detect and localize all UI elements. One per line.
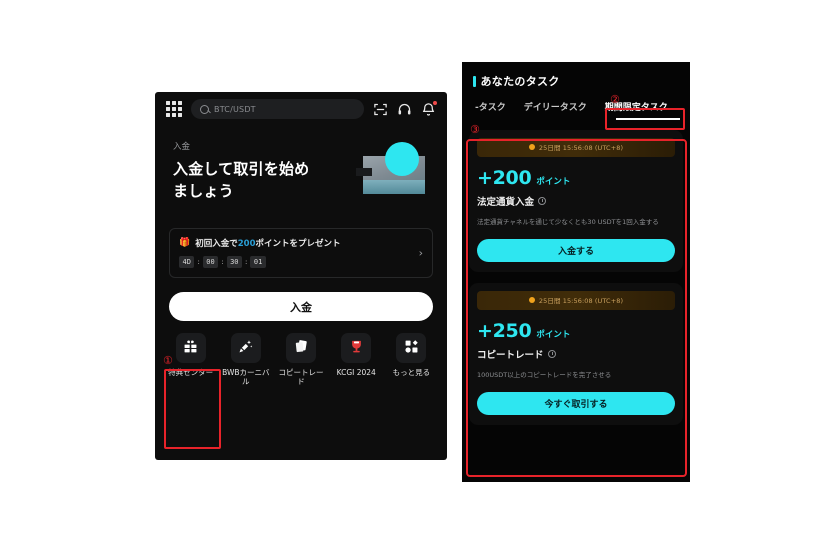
task-countdown-banner: 25日間 15:56:08 (UTC+8) [477,290,675,310]
task-countdown-banner: 25日間 15:56:08 (UTC+8) [477,137,675,157]
deposit-hero-banner: 入金 入金して取引を始め ましょう [155,126,447,218]
annotation-marker-1: ① [163,354,173,367]
promo-text: 初回入金で200ポイントをプレゼント [195,237,340,249]
task-card[interactable]: 25日間 15:56:08 (UTC+8) +200 ポイント 法定通貨入金 法… [469,129,683,272]
right-phone-screen: あなたのタスク -タスク デイリータスク 期間限定タスク 25日間 15:56:… [462,62,690,482]
app-shortcut-label: BWBカーニバル [222,368,270,387]
info-circle-icon[interactable] [547,349,556,358]
app-shortcut-label: KCGI 2024 [336,368,376,377]
app-shortcut-copy-trade[interactable]: コピートレード [273,333,328,387]
confetti-carnival-icon [238,339,253,358]
chevron-right-icon[interactable]: › [419,247,423,260]
app-shortcut-kcgi-2024[interactable]: KCGI 2024 [329,333,384,387]
countdown-sep: : [197,258,200,266]
task-reward-points: +250 [477,319,532,342]
task-reward-points: +200 [477,166,532,189]
active-tab-underline [616,118,680,120]
task-tabs: -タスク デイリータスク 期間限定タスク [462,100,690,118]
deposit-card-coin-illustration [356,140,431,202]
tab-daily-tasks[interactable]: デイリータスク [515,100,596,118]
promo-text-before: 初回入金で [195,239,238,249]
tasks-header: あなたのタスク [462,62,690,89]
app-shortcut-bwb-carnival[interactable]: BWBカーニバル [218,333,273,387]
screenshot-canvas: BTC/USDT 入金 入金して取引を始め ましょう 🎁 初回入金で200ポイン… [0,0,840,560]
task-description: 100USDT以上のコピートレードを完了させる [477,370,612,379]
search-input-value: BTC/USDT [214,104,256,114]
deposit-button[interactable]: 入金 [169,292,433,321]
hero-title-line2: ましょう [173,181,234,200]
task-reward: +250 ポイント [477,320,675,342]
search-input[interactable]: BTC/USDT [191,99,364,119]
promo-countdown-timer: 4D : 00 : 30 : 01 [179,256,423,268]
app-shortcut-label: もっと見る [392,368,431,377]
task-countdown-text: 25日間 15:56:08 (UTC+8) [538,144,624,152]
app-shortcut-label: 特典センター [168,368,214,377]
copy-trade-cards-icon [294,339,309,358]
page-title: 入金して取引を始め ましょう [173,159,348,203]
task-action-button-trade[interactable]: 今すぐ取引する [477,391,675,415]
headset-support-icon[interactable] [397,102,412,117]
first-deposit-promo-banner[interactable]: 🎁 初回入金で200ポイントをプレゼント 4D : 00 : 30 : 01 › [169,228,433,278]
tab-new-tasks[interactable]: -タスク [466,100,515,118]
countdown-days: 4D [179,256,195,268]
task-title: コピートレード [477,349,544,361]
grid-menu-icon[interactable] [166,101,182,117]
task-description: 法定通貨チャネルを通じて少なくとも30 USDTを1回入金する [477,217,659,226]
app-top-bar: BTC/USDT [155,92,447,126]
task-countdown-text: 25日間 15:56:08 (UTC+8) [538,297,624,306]
app-shortcut-label: コピートレード [278,368,324,387]
search-icon [200,104,209,114]
task-card-list: 25日間 15:56:08 (UTC+8) +200 ポイント 法定通貨入金 法… [469,129,683,425]
task-reward: +200 ポイント [477,167,675,189]
tasks-title: あなたのタスク [480,75,560,88]
gift-center-icon [183,339,198,358]
promo-text-after: ポイントをプレゼント [255,239,341,249]
task-reward-unit: ポイント [536,176,571,187]
promo-points-highlight: 200 [237,239,256,249]
countdown-seconds: 01 [250,256,266,268]
gift-box-icon: 🎁 [179,237,191,248]
notification-bell-icon[interactable] [421,100,437,117]
task-card[interactable]: 25日間 15:56:08 (UTC+8) +250 ポイント コピートレード … [469,282,683,425]
trophy-kcgi-icon [349,339,364,358]
coin-icon [528,297,535,304]
info-circle-icon[interactable] [538,196,547,205]
annotation-marker-2: ② [610,93,620,106]
left-phone-screen: BTC/USDT 入金 入金して取引を始め ましょう 🎁 初回入金で200ポイン… [155,92,447,460]
quick-app-shortcuts: 特典センター BWBカーニバル コピートレード KCGI 2024 もっと見る [163,333,439,387]
scan-qr-icon[interactable] [373,102,388,117]
coin-icon [528,144,535,150]
countdown-sep: : [245,258,248,266]
annotation-marker-3: ③ [470,123,480,136]
countdown-sep: : [221,258,224,266]
tab-limited-time-tasks[interactable]: 期間限定タスク [596,100,677,118]
task-reward-unit: ポイント [536,329,571,340]
more-grid-icon [404,339,419,358]
countdown-minutes: 30 [226,256,243,268]
notification-badge-dot [432,100,437,105]
header-accent-bar [473,75,476,87]
hero-title-line1: 入金して取引を始め [173,160,310,178]
countdown-hours: 00 [202,256,219,268]
task-title: 法定通貨入金 [477,196,535,208]
task-action-button-deposit[interactable]: 入金する [477,238,675,262]
app-shortcut-more[interactable]: もっと見る [384,333,439,387]
